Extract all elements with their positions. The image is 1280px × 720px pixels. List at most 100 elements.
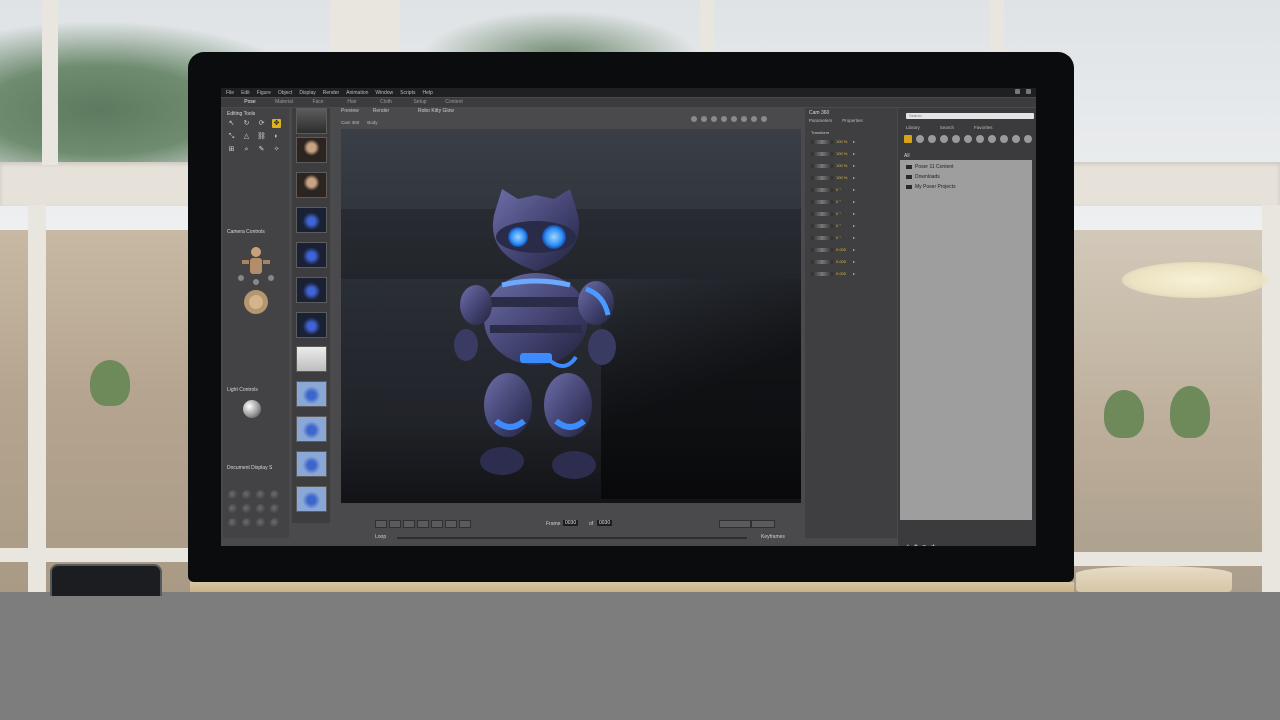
collections-icon[interactable]	[1024, 135, 1032, 143]
camera-controls-widget[interactable]	[233, 242, 279, 318]
parameter-dial[interactable]: 0 ° ▸	[811, 210, 855, 217]
parameter-dial[interactable]: 0 ° ▸	[811, 186, 855, 193]
arrow-right-icon[interactable]: ▸	[853, 271, 855, 276]
parameter-dial[interactable]: 0 ° ▸	[811, 198, 855, 205]
next-frame-button[interactable]	[445, 520, 457, 528]
stop-button[interactable]	[417, 520, 429, 528]
twist-icon[interactable]: ⟳	[257, 119, 266, 128]
minimize-icon[interactable]	[1015, 89, 1020, 94]
parameter-dial[interactable]: 0 ° ▸	[811, 222, 855, 229]
display-style-icon[interactable]	[270, 504, 280, 514]
render-thumbnail[interactable]	[296, 486, 327, 512]
dial-icon[interactable]	[811, 271, 833, 276]
tab-material[interactable]: Material	[267, 98, 301, 107]
tab-favorites[interactable]: Favorites	[974, 125, 993, 130]
arrow-right-icon[interactable]: ▸	[853, 175, 855, 180]
edit-keyframes-button[interactable]	[751, 520, 775, 528]
tab-pose[interactable]: Pose	[233, 98, 267, 107]
first-frame-button[interactable]	[375, 520, 387, 528]
add-icon[interactable]: +	[914, 543, 918, 546]
render-thumbnail[interactable]	[296, 242, 327, 268]
parameter-value[interactable]: 0 °	[836, 223, 850, 228]
display-style-icon[interactable]	[270, 518, 280, 528]
taper-icon[interactable]: △	[242, 132, 251, 141]
scenes-icon[interactable]	[1012, 135, 1020, 143]
render-thumbnail[interactable]	[296, 108, 327, 134]
render-thumbnail[interactable]	[296, 451, 327, 477]
parameter-dial[interactable]: 100 % ▸	[811, 150, 855, 157]
display-style-icon[interactable]	[228, 504, 238, 514]
document-viewport[interactable]	[341, 129, 801, 503]
view-icon[interactable]	[741, 116, 747, 122]
loop-checkbox[interactable]: Loop	[375, 534, 386, 540]
parameter-value[interactable]: 0 °	[836, 235, 850, 240]
menu-figure[interactable]: Figure	[257, 90, 271, 96]
prev-frame-button[interactable]	[403, 520, 415, 528]
library-folder[interactable]: Poser 11 Content	[906, 164, 954, 170]
menu-file[interactable]: File	[226, 90, 234, 96]
parameter-value[interactable]: 100 %	[836, 175, 850, 180]
direct-manipulation-icon[interactable]: ✧	[272, 145, 281, 154]
menu-help[interactable]: Help	[422, 90, 432, 96]
tab-cloth[interactable]: Cloth	[369, 98, 403, 107]
favorite-icon[interactable]: ★	[930, 543, 936, 546]
view-icon[interactable]	[701, 116, 707, 122]
parameter-value[interactable]: 100 %	[836, 151, 850, 156]
dial-icon[interactable]	[811, 139, 833, 144]
display-style-icon[interactable]	[256, 504, 266, 514]
select-icon[interactable]: ↖	[227, 119, 236, 128]
dial-icon[interactable]	[811, 151, 833, 156]
scale-icon[interactable]: ⤡	[227, 132, 236, 141]
maximize-icon[interactable]	[1026, 89, 1031, 94]
tab-properties[interactable]: Properties	[842, 118, 863, 123]
display-style-icon[interactable]	[256, 518, 266, 528]
morph-brush-icon[interactable]: ✎	[257, 145, 266, 154]
dial-icon[interactable]	[811, 175, 833, 180]
arrow-right-icon[interactable]: ▸	[853, 163, 855, 168]
view-icon[interactable]	[711, 116, 717, 122]
prev-key-button[interactable]	[389, 520, 401, 528]
remove-icon[interactable]: −	[922, 543, 926, 546]
figure-select[interactable]: Body	[367, 120, 377, 125]
arrow-right-icon[interactable]: ▸	[853, 223, 855, 228]
menu-display[interactable]: Display	[299, 90, 315, 96]
render-thumbnail[interactable]	[296, 312, 327, 338]
parameter-value[interactable]: 0.000	[836, 271, 850, 276]
menu-edit[interactable]: Edit	[241, 90, 250, 96]
library-search-input[interactable]: Search	[906, 113, 1034, 119]
menu-render[interactable]: Render	[323, 90, 339, 96]
next-key-button[interactable]	[459, 520, 471, 528]
play-button[interactable]	[431, 520, 443, 528]
frame-current-field[interactable]: 0030	[563, 520, 579, 526]
dial-icon[interactable]	[811, 211, 833, 216]
dial-icon[interactable]	[811, 235, 833, 240]
cameras-icon[interactable]	[988, 135, 996, 143]
arrow-right-icon[interactable]: ▸	[853, 247, 855, 252]
render-thumbnail[interactable]	[296, 172, 327, 198]
parameter-dial[interactable]: 100 % ▸	[811, 138, 855, 145]
color-icon[interactable]: ◐	[272, 132, 281, 141]
lights-icon[interactable]	[976, 135, 984, 143]
view-icon[interactable]	[761, 116, 767, 122]
menu-animation[interactable]: Animation	[346, 90, 368, 96]
tab-preview[interactable]: Preview	[341, 108, 359, 117]
frame-total-field[interactable]: 0030	[597, 520, 613, 526]
dial-icon[interactable]	[811, 223, 833, 228]
parameter-value[interactable]: 100 %	[836, 139, 850, 144]
materials-icon[interactable]	[1000, 135, 1008, 143]
camera-select[interactable]: Cam 360	[341, 120, 359, 125]
dial-icon[interactable]	[811, 199, 833, 204]
hands-icon[interactable]	[952, 135, 960, 143]
view-icon[interactable]	[731, 116, 737, 122]
view-magnifier-icon[interactable]: ⌕	[242, 145, 251, 154]
view-icon[interactable]	[751, 116, 757, 122]
poses-icon[interactable]	[916, 135, 924, 143]
parameter-dial[interactable]: 0 ° ▸	[811, 234, 855, 241]
menu-scripts[interactable]: Scripts	[400, 90, 415, 96]
timeline-slider[interactable]	[397, 537, 747, 539]
tab-content[interactable]: Content	[437, 98, 471, 107]
display-style-icon[interactable]	[228, 490, 238, 500]
parameter-value[interactable]: 0.000	[836, 259, 850, 264]
tab-render[interactable]: Render	[373, 108, 389, 117]
parameter-value[interactable]: 100 %	[836, 163, 850, 168]
